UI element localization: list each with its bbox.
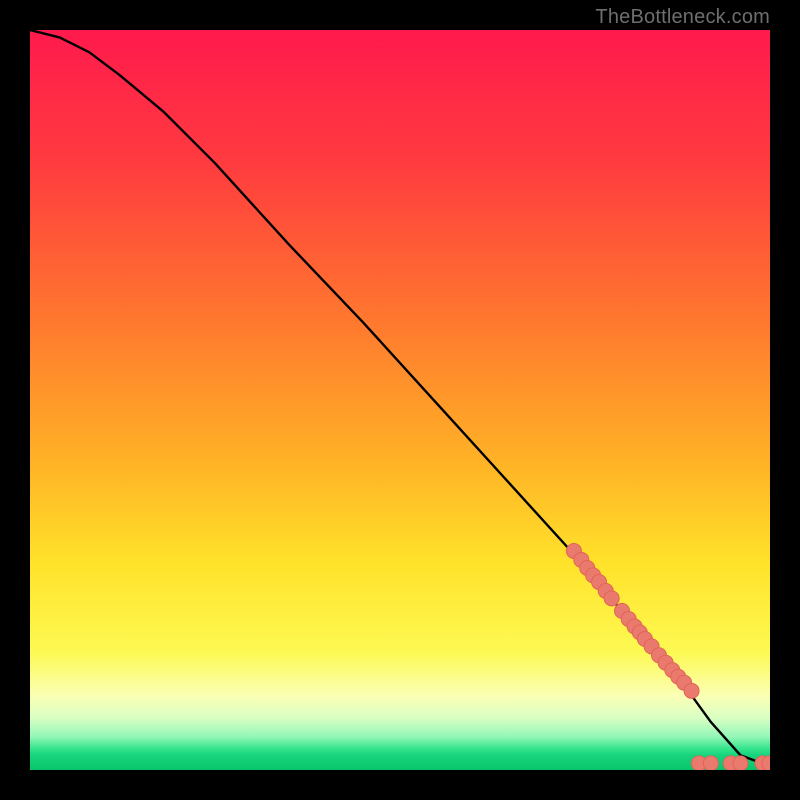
data-point <box>604 591 619 606</box>
data-point <box>684 683 699 698</box>
data-point <box>703 756 718 770</box>
plot-area <box>30 30 770 770</box>
data-point <box>733 756 748 770</box>
chart-container: TheBottleneck.com <box>0 0 800 800</box>
chart-points <box>30 30 770 770</box>
watermark-text: TheBottleneck.com <box>595 6 770 29</box>
